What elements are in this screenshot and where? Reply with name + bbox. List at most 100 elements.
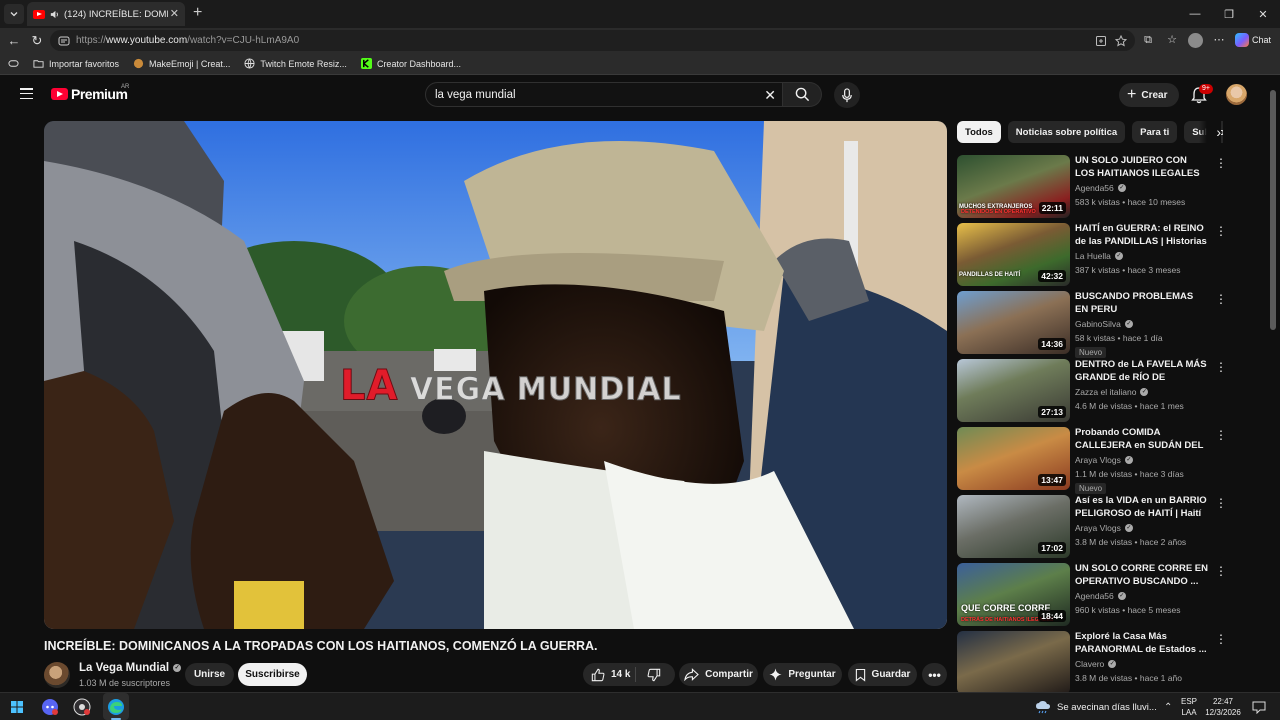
favorite-star-icon[interactable] [1115,34,1127,47]
recommendation-channel[interactable]: Araya Vlogs ✓ [1075,455,1133,465]
notification-center-icon[interactable] [1252,701,1266,714]
weather-widget[interactable]: Se avecinan días lluvi... [1035,700,1157,714]
more-vertical-icon[interactable]: ⋮ [1215,429,1227,441]
recommendation-item[interactable]: QUE CORRE CORRE DETRÁS DE HAITIANOS ILEGA… [957,563,1227,627]
clock-date: 12/3/2026 [1205,708,1241,717]
edge-browser-icon[interactable] [106,697,126,717]
clear-search-icon[interactable]: ✕ [764,88,776,102]
recommendation-title[interactable]: Exploré la Casa Más PARANORMAL de Estado… [1075,630,1209,656]
account-avatar[interactable] [1226,84,1247,105]
recommendation-channel[interactable]: Zazza el italiano ✓ [1075,387,1149,397]
discord-icon[interactable] [40,697,60,717]
bookmark-creator-dashboard[interactable]: Creator Dashboard... [360,58,461,69]
favorites-icon[interactable]: ☆ [1164,32,1180,48]
youtube-premium-logo[interactable]: Premium [51,86,128,102]
more-vertical-icon[interactable]: ⋮ [1215,633,1227,645]
watermark-text: VEGA MUNDIAL [409,371,682,409]
recommendation-title[interactable]: DENTRO de LA FAVELA MÁS GRANDE de RÍO DE… [1075,358,1209,384]
video-thumbnail[interactable]: QUE CORRE CORRE DETRÁS DE HAITIANOS ILEGA… [957,563,1070,626]
chips-next-button[interactable]: › [1199,121,1221,143]
input-language[interactable]: ESP LAA [1181,696,1197,718]
more-vertical-icon[interactable]: ⋮ [1215,293,1227,305]
minimize-button[interactable]: — [1178,0,1212,28]
site-info-icon[interactable] [58,36,70,46]
ask-button[interactable]: Preguntar [763,663,842,686]
recommendation-title[interactable]: BUSCANDO PROBLEMAS EN PERU [1075,290,1209,316]
back-button[interactable]: ← [6,33,22,49]
video-thumbnail[interactable]: MUCHOS EXTRANJEROS DETENIDOS EN OPERATIVO… [957,155,1070,218]
video-thumbnail[interactable] [957,631,1070,694]
windows-start-icon[interactable] [7,697,27,717]
chevron-up-icon[interactable]: ⌃ [1164,702,1172,713]
recommendation-title[interactable]: UN SOLO JUIDERO CON LOS HAITIANOS ILEGAL… [1075,154,1209,180]
guide-menu-icon[interactable] [20,88,33,99]
save-button[interactable]: Guardar [848,663,917,686]
recommendation-title[interactable]: HAITÍ en GUERRA: el REINO de las PANDILL… [1075,222,1209,248]
address-bar[interactable]: https://www.youtube.com/watch?v=CJU-hLmA… [50,30,1135,51]
profile-avatar[interactable] [1188,32,1203,48]
search-input[interactable] [435,88,755,101]
extensions-icon[interactable]: ⧉ [1140,32,1156,48]
join-button[interactable]: Unirse [185,663,234,686]
recommendation-channel[interactable]: Araya Vlogs ✓ [1075,523,1133,533]
video-thumbnail[interactable]: 17:02 [957,495,1070,558]
app-available-icon[interactable] [1095,35,1107,47]
recommendation-item[interactable]: 13:47 Probando COMIDA CALLEJERA en SUDÁN… [957,426,1227,494]
recommendation-channel[interactable]: Agenda56 ✓ [1075,183,1126,193]
video-thumbnail[interactable]: 13:47 [957,427,1070,490]
more-vertical-icon[interactable]: ⋮ [1215,157,1227,169]
bookmark-twitch-emote[interactable]: Twitch Emote Resiz... [244,58,347,69]
speaker-icon[interactable] [49,9,60,20]
new-tab-button[interactable]: + [193,5,202,21]
recommendation-channel[interactable]: GabinoSilva ✓ [1075,319,1133,329]
reading-view-icon[interactable] [8,58,19,69]
search-button[interactable] [783,82,822,107]
recommendation-channel[interactable]: Agenda56 ✓ [1075,591,1126,601]
bookmark-makeemoji[interactable]: MakeEmoji | Creat... [133,58,230,69]
scrollbar-thumb[interactable] [1270,90,1276,330]
subscribe-button[interactable]: Suscribirse [238,663,307,686]
channel-avatar[interactable] [44,662,70,688]
voice-search-button[interactable] [834,82,860,108]
recommendation-item[interactable]: 27:13 DENTRO de LA FAVELA MÁS GRANDE de … [957,359,1227,423]
restore-button[interactable]: ❐ [1212,0,1246,28]
system-clock[interactable]: 22:47 12/3/2026 [1203,696,1243,718]
bookmark-import-favorites[interactable]: Importar favoritos [33,58,119,69]
video-thumbnail[interactable]: 14:36 [957,291,1070,354]
filter-chip[interactable]: Para ti [1132,121,1178,143]
close-window-button[interactable]: ✕ [1246,0,1280,28]
like-button[interactable]: 14 k [591,668,630,682]
more-vertical-icon[interactable]: ⋮ [1215,361,1227,373]
filter-chip[interactable]: Todos [957,121,1001,143]
more-vertical-icon[interactable]: ⋮ [1215,497,1227,509]
video-player[interactable]: LA VEGA MUNDIAL [44,121,947,629]
video-thumbnail[interactable]: 27:13 [957,359,1070,422]
more-actions-button[interactable]: ••• [922,663,947,686]
recommendation-item[interactable]: 14:36 BUSCANDO PROBLEMAS EN PERU GabinoS… [957,290,1227,358]
copilot-button[interactable]: Chat [1235,33,1271,47]
recommendation-channel[interactable]: La Huella ✓ [1075,251,1123,261]
recommendation-channel[interactable]: Clavero ✓ [1075,659,1117,669]
recommendation-title[interactable]: Así es la VIDA en un BARRIO PELIGROSO de… [1075,494,1209,520]
tab-actions-menu-button[interactable] [4,4,24,24]
recommendation-title[interactable]: Probando COMIDA CALLEJERA en SUDÁN DEL S… [1075,426,1209,452]
thumbs-down-icon[interactable] [647,668,661,682]
recommendation-item[interactable]: 17:02 Así es la VIDA en un BARRIO PELIGR… [957,495,1227,559]
channel-name-link[interactable]: La Vega Mundial ✓ [79,662,182,674]
browser-tab-active[interactable]: (124) INCREÍBLE: DOMINICANOS A LA TROPAD… [27,2,185,26]
share-button[interactable]: Compartir [679,663,758,686]
recommendation-title[interactable]: UN SOLO CORRE CORRE EN OPERATIVO BUSCAND… [1075,562,1209,588]
video-thumbnail[interactable]: PANDILLAS DE HAITÍ 42:32 [957,223,1070,286]
reload-button[interactable]: ↻ [29,33,45,49]
recommendation-item[interactable]: Exploré la Casa Más PARANORMAL de Estado… [957,631,1227,695]
recommendation-item[interactable]: PANDILLAS DE HAITÍ 42:32 HAITÍ en GUERRA:… [957,223,1227,287]
filter-chip[interactable]: Noticias sobre política [1007,121,1126,143]
page-scrollbar[interactable] [1269,76,1277,691]
obs-icon[interactable] [72,697,92,717]
create-button[interactable]: + Crear [1119,83,1180,107]
more-vertical-icon[interactable]: ⋮ [1215,225,1227,237]
recommendation-item[interactable]: MUCHOS EXTRANJEROS DETENIDOS EN OPERATIVO… [957,155,1227,219]
close-tab-icon[interactable]: ✕ [170,8,179,20]
more-vertical-icon[interactable]: ⋮ [1215,565,1227,577]
more-menu-icon[interactable]: ⋯ [1211,32,1227,48]
